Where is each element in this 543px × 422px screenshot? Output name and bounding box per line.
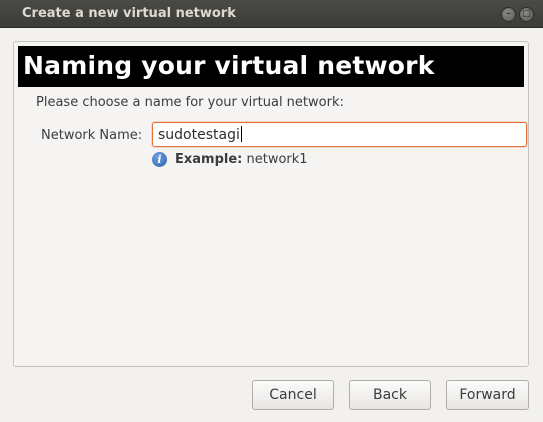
info-icon: i <box>152 152 167 167</box>
page-title: Naming your virtual network <box>23 51 435 80</box>
forward-button[interactable]: Forward <box>446 380 529 410</box>
name-prompt: Please choose a name for your virtual ne… <box>36 95 344 110</box>
wizard-panel: Naming your virtual network Please choos… <box>13 41 529 367</box>
network-name-input[interactable]: sudotestagi <box>152 122 527 147</box>
maximize-icon[interactable]: □ <box>519 7 534 22</box>
network-name-label: Network Name: <box>41 128 143 143</box>
text-caret <box>240 126 242 142</box>
cancel-button[interactable]: Cancel <box>252 380 334 410</box>
window-title: Create a new virtual network <box>22 6 236 21</box>
example-hint: Example: network1 <box>175 152 308 167</box>
example-key: Example: <box>175 152 243 167</box>
window-titlebar: Create a new virtual network – □ <box>0 0 543 28</box>
page-banner: Naming your virtual network <box>18 46 524 87</box>
network-name-value: sudotestagi <box>158 126 242 143</box>
example-value: network1 <box>242 152 308 167</box>
back-button[interactable]: Back <box>349 380 431 410</box>
minimize-icon[interactable]: – <box>501 7 516 22</box>
